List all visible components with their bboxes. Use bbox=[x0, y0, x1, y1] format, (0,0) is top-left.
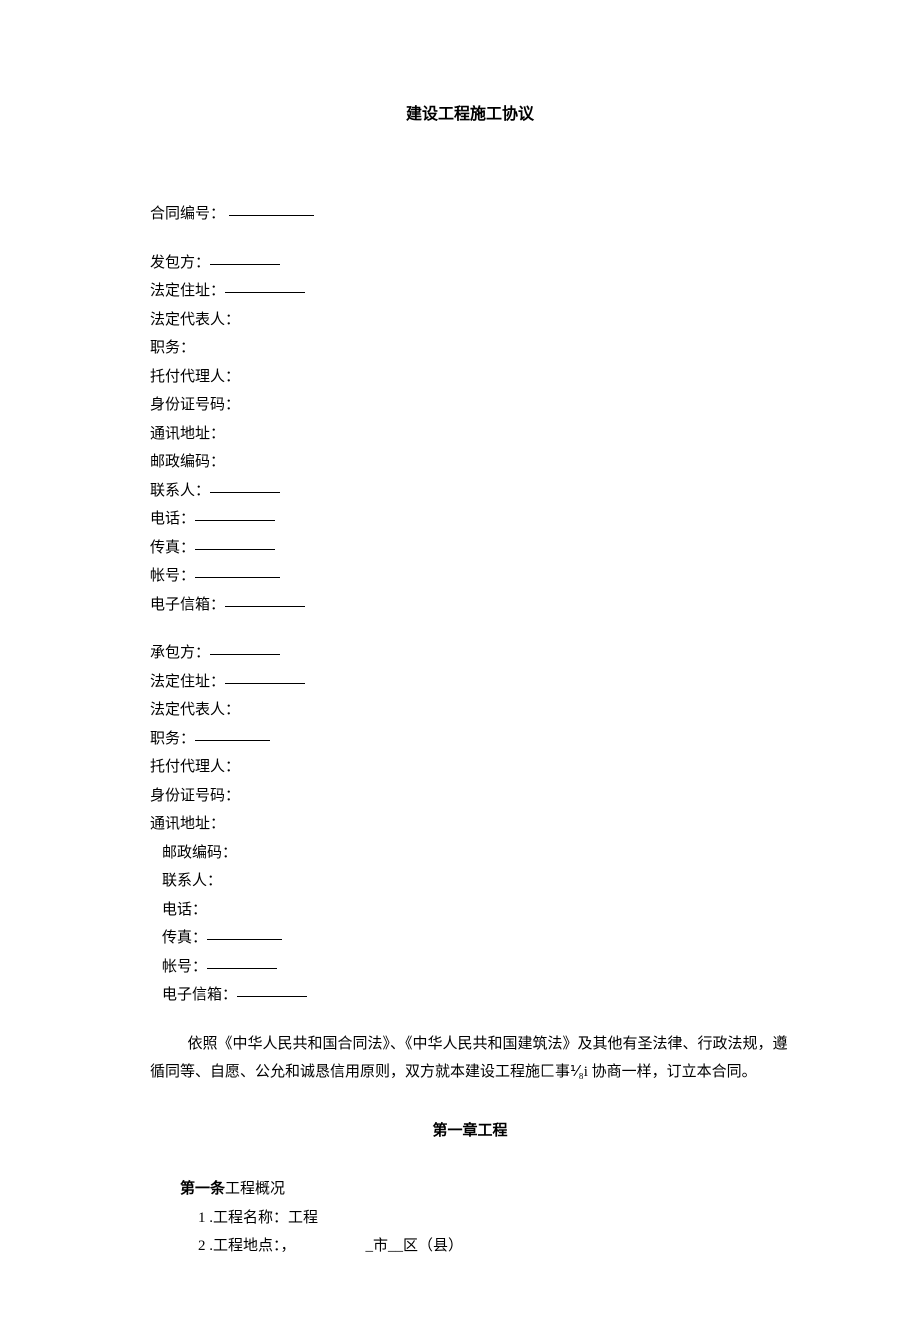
party-a-block: 发包方： 法定住址： 法定代表人： 职务： 托付代理人： 身份证号码： 通讯地址… bbox=[150, 249, 790, 620]
party-a-legal-rep-label: 法定代表人： bbox=[150, 312, 240, 328]
party-a-header: 发包方： bbox=[150, 255, 210, 271]
party-a-account-label: 帐号： bbox=[150, 568, 195, 584]
party-b-account-blank[interactable] bbox=[207, 953, 277, 969]
party-a-postcode-label: 邮政编码： bbox=[150, 454, 225, 470]
party-b-block: 承包方： 法定住址： 法定代表人： 职务： 托付代理人： 身份证号码： 通讯地址… bbox=[150, 639, 790, 1010]
party-a-account-blank[interactable] bbox=[195, 562, 280, 578]
party-b-name-blank[interactable] bbox=[210, 639, 280, 655]
article-1-item-2b: _市__区（县） bbox=[366, 1238, 464, 1254]
party-b-agent-label: 托付代理人： bbox=[150, 759, 240, 775]
document-title: 建设工程施工协议 bbox=[150, 100, 790, 130]
party-a-fax-blank[interactable] bbox=[195, 534, 275, 550]
intro-paragraph: 依照《中华人民共和国合同法》、《中华人民共和国建筑法》及其他有圣法律、行政法规，… bbox=[150, 1030, 790, 1087]
party-b-mail-addr-label: 通讯地址： bbox=[150, 816, 225, 832]
party-b-email-label: 电子信箱： bbox=[162, 987, 237, 1003]
article-1-item-2: 2 .工程地点：， _市__区（县） bbox=[150, 1232, 790, 1261]
party-b-id-label: 身份证号码： bbox=[150, 788, 240, 804]
article-1-suffix: 工程概况 bbox=[225, 1181, 285, 1197]
party-a-contact-label: 联系人： bbox=[150, 483, 210, 499]
party-b-position-blank[interactable] bbox=[195, 725, 270, 741]
party-a-name-blank[interactable] bbox=[210, 249, 280, 265]
party-a-phone-blank[interactable] bbox=[195, 505, 275, 521]
party-a-address-label: 法定住址： bbox=[150, 283, 225, 299]
chapter-1-heading: 第一章工程 bbox=[150, 1117, 790, 1146]
party-a-id-label: 身份证号码： bbox=[150, 397, 240, 413]
party-a-mail-addr-label: 通讯地址： bbox=[150, 426, 225, 442]
party-b-fax-label: 传真： bbox=[162, 930, 207, 946]
article-1-item-1: 1 .工程名称：工程 bbox=[150, 1204, 790, 1233]
party-a-phone-label: 电话： bbox=[150, 511, 195, 527]
party-a-agent-label: 托付代理人： bbox=[150, 369, 240, 385]
article-1: 第一条工程概况 1 .工程名称：工程 2 .工程地点：， _市__区（县） bbox=[150, 1175, 790, 1261]
party-b-address-label: 法定住址： bbox=[150, 674, 225, 690]
party-b-address-blank[interactable] bbox=[225, 668, 305, 684]
contract-number-label: 合同编号： bbox=[150, 206, 225, 222]
party-b-email-blank[interactable] bbox=[237, 981, 307, 997]
party-b-legal-rep-label: 法定代表人： bbox=[150, 702, 240, 718]
article-1-item-2a: 2 .工程地点：， bbox=[198, 1238, 296, 1254]
party-a-email-blank[interactable] bbox=[225, 591, 305, 607]
contract-number-field: 合同编号： bbox=[150, 200, 790, 229]
contract-number-blank[interactable] bbox=[229, 200, 314, 216]
article-1-prefix: 第一条 bbox=[180, 1181, 225, 1197]
party-b-fax-blank[interactable] bbox=[207, 924, 282, 940]
party-b-account-label: 帐号： bbox=[162, 959, 207, 975]
party-b-header: 承包方： bbox=[150, 645, 210, 661]
party-a-address-blank[interactable] bbox=[225, 277, 305, 293]
party-a-email-label: 电子信箱： bbox=[150, 597, 225, 613]
party-a-contact-blank[interactable] bbox=[210, 477, 280, 493]
party-b-postcode-label: 邮政编码： bbox=[162, 845, 237, 861]
party-a-fax-label: 传真： bbox=[150, 540, 195, 556]
party-b-position-label: 职务： bbox=[150, 731, 195, 747]
party-b-phone-label: 电话： bbox=[162, 902, 207, 918]
article-1-title: 第一条工程概况 bbox=[150, 1175, 790, 1204]
party-a-position-label: 职务： bbox=[150, 340, 195, 356]
party-b-contact-label: 联系人： bbox=[162, 873, 222, 889]
